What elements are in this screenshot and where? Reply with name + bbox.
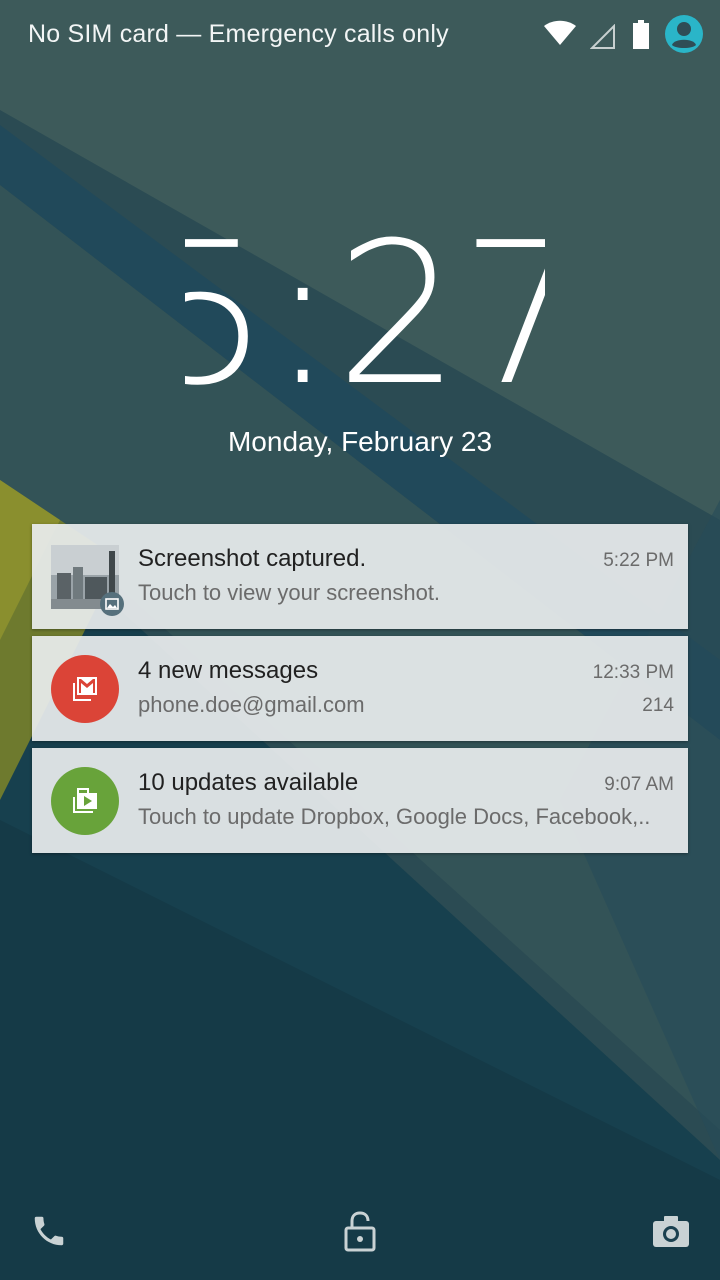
lockscreen-date: Monday, February 23	[227, 426, 493, 457]
wifi-icon	[544, 20, 576, 45]
screenshot-thumbnail	[51, 543, 124, 616]
notification-title: 10 updates available	[138, 769, 359, 796]
notification-screenshot[interactable]: Screenshot captured. Touch to view your …	[32, 524, 688, 629]
notification-gmail[interactable]: 4 new messages phone.doe@gmail.com 12:33…	[32, 636, 688, 741]
cell-signal-empty-icon	[590, 24, 615, 49]
status-bar: No SIM card — Emergency calls only	[0, 0, 720, 72]
notification-time: 5:22 PM	[603, 550, 674, 571]
notification-text: phone.doe@gmail.com	[138, 692, 365, 717]
carrier-text: No SIM card — Emergency calls only	[28, 20, 449, 48]
notification-title: 4 new messages	[138, 657, 319, 684]
phone-icon[interactable]	[30, 1212, 68, 1250]
camera-icon[interactable]	[652, 1214, 690, 1248]
gmail-icon	[51, 655, 119, 723]
lock-icon[interactable]	[342, 1210, 378, 1252]
notification-text: Touch to update Dropbox, Google Docs, Fa…	[138, 804, 651, 829]
battery-icon	[633, 20, 649, 49]
notification-title: Screenshot captured.	[138, 545, 367, 572]
image-icon	[100, 592, 124, 616]
notification-updates[interactable]: 10 updates available Touch to update Dro…	[32, 748, 688, 853]
user-avatar-icon[interactable]	[664, 14, 704, 54]
notification-time: 12:33 PM	[592, 662, 674, 683]
notification-time: 9:07 AM	[604, 774, 674, 795]
clock-time: 5:27	[185, 232, 545, 392]
lockscreen-clock: 5:27	[185, 232, 545, 392]
notification-count: 214	[642, 695, 674, 716]
play-store-icon-wrap	[51, 767, 119, 835]
play-store-icon	[51, 767, 119, 835]
gmail-icon-wrap	[51, 655, 119, 723]
notification-text: Touch to view your screenshot.	[138, 580, 441, 605]
